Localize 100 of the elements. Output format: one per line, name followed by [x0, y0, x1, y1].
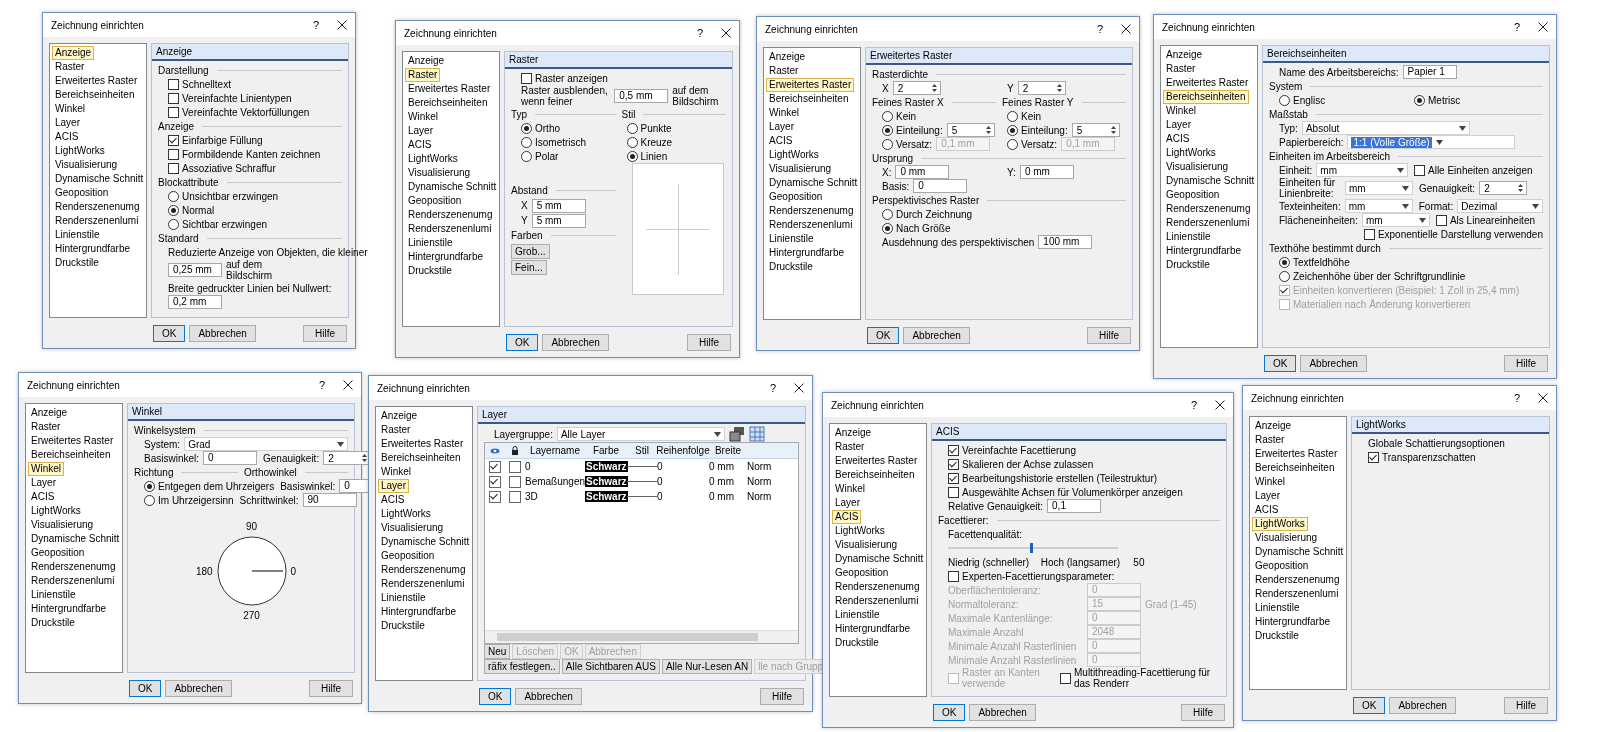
category-item[interactable]: Layer [52, 116, 83, 130]
category-item[interactable]: Hintergrundfarbe [1252, 615, 1334, 629]
category-item[interactable]: Anzeige [1163, 48, 1206, 62]
category-item[interactable]: Hintergrundfarbe [52, 242, 134, 256]
category-item[interactable]: Renderszenenumg [405, 208, 496, 222]
spin-field[interactable]: 5 [1071, 123, 1120, 137]
spin-field[interactable]: 2 [892, 81, 941, 95]
category-item[interactable]: Dynamische Schnitt [1252, 545, 1347, 559]
category-item[interactable]: Layer [1252, 489, 1283, 503]
category-item[interactable]: LightWorks [405, 152, 461, 166]
category-item[interactable]: Bereichseinheiten [1252, 461, 1338, 475]
category-item[interactable]: Erweitertes Raster [1252, 447, 1341, 461]
layers-icon[interactable] [728, 426, 745, 442]
checkbox[interactable]: Assoziative Schraffur [168, 162, 276, 174]
category-item[interactable]: Druckstile [378, 619, 428, 633]
category-item[interactable]: Bereichseinheiten [405, 96, 491, 110]
checkbox[interactable]: Als Lineareinheiten [1435, 214, 1535, 226]
checkbox[interactable] [489, 460, 501, 473]
category-item[interactable]: Renderszenenlumi [28, 574, 118, 588]
category-item[interactable]: Layer [405, 124, 436, 138]
category-item[interactable]: Erweitertes Raster [832, 454, 921, 468]
category-item[interactable]: Erweitertes Raster [378, 437, 467, 451]
column-header[interactable]: Reihenfolge [656, 445, 710, 456]
dialog-button[interactable]: OK [1353, 696, 1386, 714]
checkbox[interactable] [509, 490, 521, 503]
column-header[interactable]: Breite [714, 445, 742, 456]
category-item[interactable]: Renderszenenumg [52, 200, 143, 214]
category-item[interactable]: Raster [766, 64, 802, 78]
category-item[interactable]: ACIS [1163, 132, 1193, 146]
category-item[interactable]: Winkel [28, 462, 64, 476]
category-item[interactable]: Bereichseinheiten [52, 88, 138, 102]
scrollbar[interactable] [485, 630, 798, 643]
category-item[interactable]: Erweitertes Raster [766, 78, 855, 92]
checkbox[interactable]: Vereinfachte Facettierung [948, 444, 1076, 456]
input-field[interactable]: 5 mm [531, 198, 586, 213]
category-item[interactable]: Renderszenenlumi [766, 218, 856, 232]
dropdown[interactable]: Alle Layer [556, 427, 725, 441]
help-button[interactable]: ? [1513, 21, 1520, 33]
category-item[interactable]: Dynamische Schnitt [766, 176, 861, 190]
category-item[interactable]: Winkel [832, 482, 868, 496]
category-item[interactable]: Erweitertes Raster [1163, 76, 1252, 90]
slider-thumb[interactable] [1029, 543, 1033, 553]
radio-button[interactable]: Normal [168, 204, 215, 216]
spin-field[interactable]: 2 [1017, 81, 1066, 95]
color-swatch[interactable]: Schwarz [585, 461, 628, 472]
dropdown[interactable]: Grad [184, 437, 348, 451]
category-item[interactable]: Hintergrundfarbe [28, 602, 110, 616]
category-item[interactable]: Hintergrundfarbe [405, 250, 487, 264]
category-item[interactable]: Hintergrundfarbe [766, 246, 848, 260]
category-item[interactable]: Hintergrundfarbe [378, 605, 460, 619]
category-item[interactable]: Renderszenenumg [1252, 573, 1343, 587]
category-item[interactable]: Raster [405, 68, 441, 82]
category-item[interactable]: Raster [378, 423, 414, 437]
help-button[interactable]: ? [1190, 399, 1197, 411]
help-button[interactable]: ? [1096, 23, 1103, 35]
category-item[interactable]: Dynamische Schnitt [832, 552, 927, 566]
dialog-button[interactable]: Hilfe [303, 324, 347, 342]
category-item[interactable]: Winkel [378, 465, 414, 479]
category-item[interactable]: Renderszenenumg [1163, 202, 1254, 216]
radio-button[interactable]: Einteilung: [882, 124, 943, 136]
dialog-button[interactable]: Abbrechen [1389, 696, 1456, 714]
push-button[interactable]: Neu [484, 644, 511, 659]
radio-button[interactable]: Punkte [626, 122, 672, 134]
checkbox[interactable]: Vereinfachte Vektorfüllungen [168, 106, 310, 118]
category-item[interactable]: Visualisierung [378, 521, 447, 535]
push-button[interactable]: Fein... [511, 259, 547, 275]
dialog-button[interactable]: Abbrechen [189, 324, 256, 342]
spin-field[interactable]: 5 [946, 123, 995, 137]
category-item[interactable]: Raster [1252, 433, 1288, 447]
checkbox[interactable]: Schnelltext [168, 78, 231, 90]
category-item[interactable]: LightWorks [28, 504, 84, 518]
close-icon[interactable] [1538, 22, 1548, 32]
dropdown[interactable]: mm [1316, 163, 1408, 177]
input-field[interactable]: 0 mm [1019, 165, 1074, 179]
dropdown[interactable]: 1:1 (Volle Größe) [1347, 135, 1516, 149]
category-item[interactable]: Geoposition [766, 190, 826, 204]
radio-button[interactable]: Isometrisch [521, 136, 587, 148]
category-item[interactable]: Geoposition [832, 566, 892, 580]
category-item[interactable]: Druckstile [832, 636, 882, 650]
category-item[interactable]: Visualisierung [405, 166, 474, 180]
input-field[interactable]: 0,25 mm [168, 263, 222, 277]
category-item[interactable]: ACIS [832, 510, 862, 524]
dialog-button[interactable]: Abbrechen [1300, 354, 1367, 372]
category-item[interactable]: Druckstile [52, 256, 102, 270]
dialog-button[interactable]: Hilfe [309, 679, 353, 697]
category-item[interactable]: Bereichseinheiten [766, 92, 852, 106]
category-item[interactable]: Dynamische Schnitt [378, 535, 473, 549]
category-item[interactable]: LightWorks [832, 524, 888, 538]
radio-button[interactable]: Im Uhrzeigersinn [144, 494, 234, 506]
category-item[interactable]: Raster [28, 420, 64, 434]
category-item[interactable]: Winkel [405, 110, 441, 124]
category-item[interactable]: Renderszenenlumi [52, 214, 142, 228]
category-item[interactable]: Linienstile [28, 588, 79, 602]
category-item[interactable]: Geoposition [405, 194, 465, 208]
category-item[interactable]: Anzeige [1252, 419, 1295, 433]
category-item[interactable]: Renderszenenlumi [832, 594, 922, 608]
input-field[interactable]: Papier 1 [1402, 65, 1457, 79]
checkbox[interactable] [509, 460, 521, 473]
help-button[interactable]: ? [696, 27, 703, 39]
spin-field[interactable]: 2 [1479, 181, 1528, 195]
